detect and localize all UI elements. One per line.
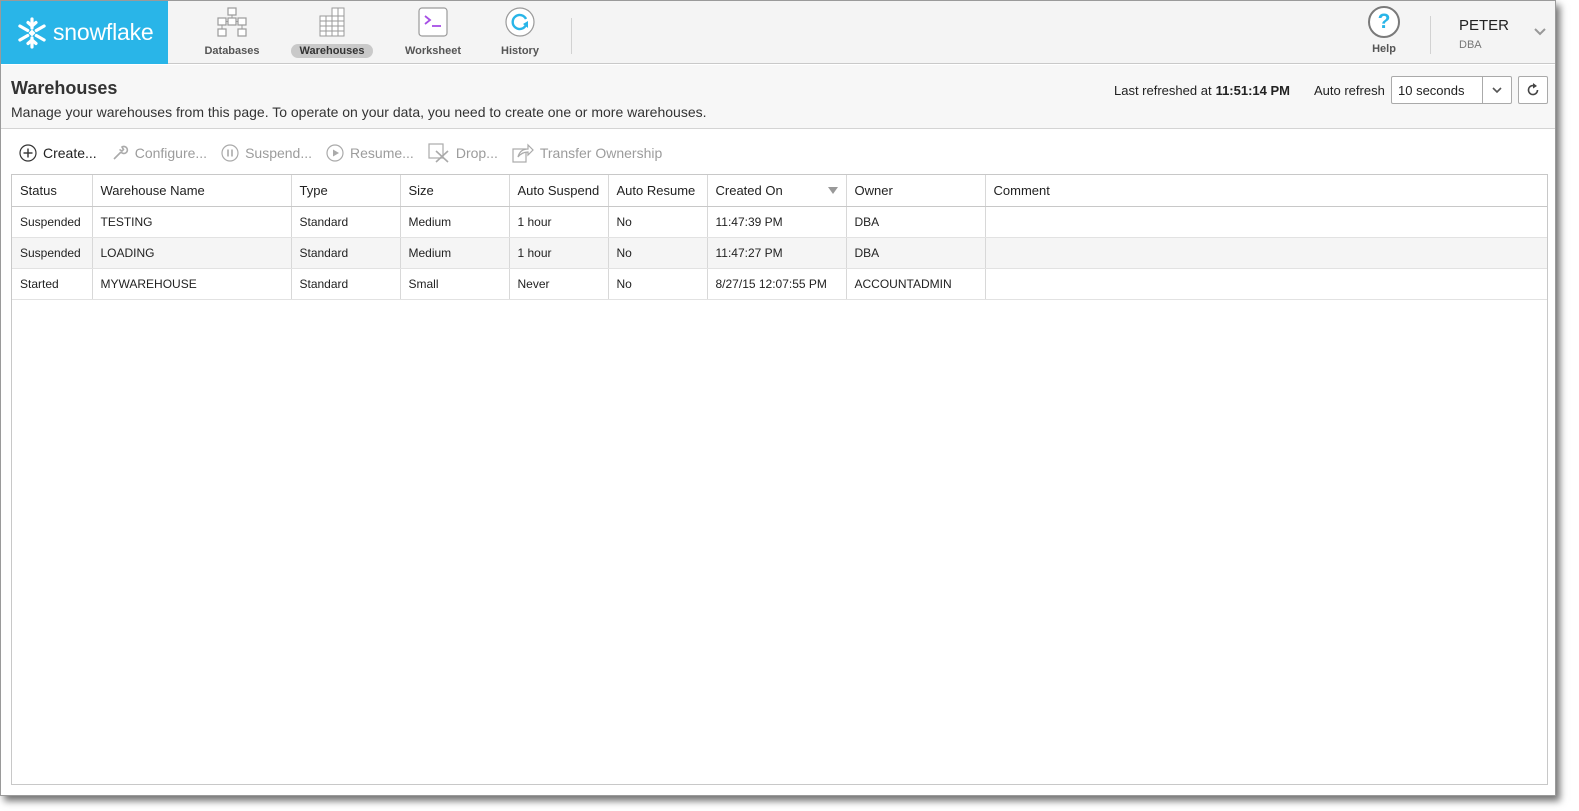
nav-warehouses[interactable]: Warehouses	[287, 5, 377, 61]
auto-refresh-label: Auto refresh	[1314, 83, 1385, 98]
column-header-created-on[interactable]: Created On	[707, 175, 847, 207]
share-icon	[512, 143, 534, 163]
cell-auto-suspend: 1 hour	[509, 206, 609, 238]
cell-auto-suspend: Never	[509, 268, 609, 300]
refresh-icon	[1527, 83, 1539, 96]
cell-type: Standard	[291, 237, 401, 269]
suspend-button[interactable]: Suspend...	[221, 144, 312, 162]
column-header-created-on-label: Created On	[715, 182, 783, 198]
warehouses-icon	[319, 7, 345, 37]
page-description: Manage your warehouses from this page. T…	[11, 104, 707, 120]
nav-worksheet-label: Worksheet	[404, 45, 462, 57]
resume-button[interactable]: Resume...	[326, 144, 414, 162]
cell-created-on: 11:47:39 PM	[707, 206, 847, 238]
drop-button[interactable]: Drop...	[428, 143, 498, 163]
table-header-row: Status Warehouse Name Type Size Auto Sus…	[12, 175, 1547, 207]
column-header-comment[interactable]: Comment	[985, 175, 1547, 207]
cell-owner: DBA	[846, 237, 986, 269]
auto-refresh-value: 10 seconds	[1398, 83, 1465, 98]
column-header-status[interactable]: Status	[12, 175, 93, 207]
nav-history-label: History	[501, 45, 539, 57]
top-nav: snowflake Databases Warehouses Worksheet…	[1, 1, 1555, 64]
configure-label: Configure...	[134, 145, 208, 161]
cell-auto-resume: No	[608, 206, 708, 238]
cell-comment	[985, 206, 1547, 238]
help-button[interactable]: ? Help	[1364, 6, 1404, 55]
nav-databases[interactable]: Databases	[187, 5, 277, 61]
cell-type: Standard	[291, 206, 401, 238]
nav-worksheet[interactable]: Worksheet	[388, 5, 478, 61]
last-refreshed: Last refreshed at 11:51:14 PM	[1114, 83, 1290, 98]
cell-owner: ACCOUNTADMIN	[846, 268, 986, 300]
column-header-warehouse-name[interactable]: Warehouse Name	[92, 175, 292, 207]
table-row[interactable]: Suspended LOADING Standard Medium 1 hour…	[12, 237, 1547, 269]
configure-button[interactable]: Configure...	[111, 144, 207, 162]
user-name[interactable]: PETER	[1459, 17, 1509, 34]
column-header-type[interactable]: Type	[291, 175, 401, 207]
cell-owner: DBA	[846, 206, 986, 238]
worksheet-icon	[418, 7, 448, 37]
databases-icon	[217, 7, 247, 37]
last-refreshed-label: Last refreshed at	[1114, 83, 1212, 98]
user-divider	[1430, 16, 1431, 54]
cell-comment	[985, 268, 1547, 300]
suspend-label: Suspend...	[245, 145, 313, 161]
warehouses-table: Status Warehouse Name Type Size Auto Sus…	[11, 174, 1548, 785]
snowflake-icon	[18, 16, 46, 49]
wrench-icon	[113, 145, 128, 160]
action-toolbar: Create... Configure... Suspend... Resume…	[19, 142, 676, 164]
cell-comment	[985, 237, 1547, 269]
table-row[interactable]: Suspended TESTING Standard Medium 1 hour…	[12, 206, 1547, 238]
cell-created-on: 11:47:27 PM	[707, 237, 847, 269]
last-refreshed-time: 11:51:14 PM	[1215, 83, 1290, 98]
cell-size: Medium	[400, 237, 510, 269]
column-header-auto-suspend[interactable]: Auto Suspend	[509, 175, 609, 207]
cell-size: Small	[400, 268, 510, 300]
drop-icon	[428, 143, 449, 163]
transfer-ownership-label: Transfer Ownership	[539, 145, 663, 161]
drop-label: Drop...	[455, 145, 498, 161]
nav-divider	[571, 18, 572, 54]
auto-refresh-select[interactable]: 10 seconds	[1391, 76, 1512, 104]
user-menu-chevron-icon[interactable]	[1533, 25, 1547, 39]
snowflake-logo[interactable]: snowflake	[1, 1, 168, 64]
transfer-ownership-button[interactable]: Transfer Ownership	[512, 143, 662, 163]
nav-databases-label: Databases	[204, 45, 260, 57]
cell-size: Medium	[400, 206, 510, 238]
cell-status: Suspended	[12, 237, 93, 269]
play-icon	[326, 144, 344, 162]
column-header-size[interactable]: Size	[400, 175, 510, 207]
history-icon	[505, 7, 535, 37]
cell-created-on: 8/27/15 12:07:55 PM	[707, 268, 847, 300]
resume-label: Resume...	[350, 145, 414, 161]
cell-warehouse-name: TESTING	[92, 206, 292, 238]
page-header: Warehouses Manage your warehouses from t…	[1, 65, 1555, 129]
pause-icon	[221, 144, 239, 162]
user-role: DBA	[1459, 39, 1482, 51]
cell-auto-resume: No	[608, 237, 708, 269]
refresh-button[interactable]	[1518, 76, 1548, 104]
logo-text: snowflake	[53, 19, 154, 45]
cell-status: Suspended	[12, 206, 93, 238]
page-title: Warehouses	[11, 78, 118, 98]
chevron-down-icon[interactable]	[1482, 77, 1511, 103]
cell-auto-resume: No	[608, 268, 708, 300]
cell-warehouse-name: LOADING	[92, 237, 292, 269]
cell-type: Standard	[291, 268, 401, 300]
plus-circle-icon	[19, 144, 37, 162]
cell-warehouse-name: MYWAREHOUSE	[92, 268, 292, 300]
create-label: Create...	[43, 145, 97, 161]
column-header-owner[interactable]: Owner	[846, 175, 986, 207]
nav-warehouses-label: Warehouses	[291, 44, 373, 58]
app-window: snowflake Databases Warehouses Worksheet…	[0, 0, 1556, 796]
column-header-auto-resume[interactable]: Auto Resume	[608, 175, 708, 207]
help-label: Help	[1372, 43, 1396, 55]
nav-history[interactable]: History	[475, 5, 565, 61]
cell-status: Started	[12, 268, 93, 300]
cell-auto-suspend: 1 hour	[509, 237, 609, 269]
sort-descending-icon[interactable]	[827, 187, 838, 195]
create-button[interactable]: Create...	[19, 144, 97, 162]
table-row[interactable]: Started MYWAREHOUSE Standard Small Never…	[12, 268, 1547, 300]
help-icon: ?	[1368, 6, 1400, 38]
